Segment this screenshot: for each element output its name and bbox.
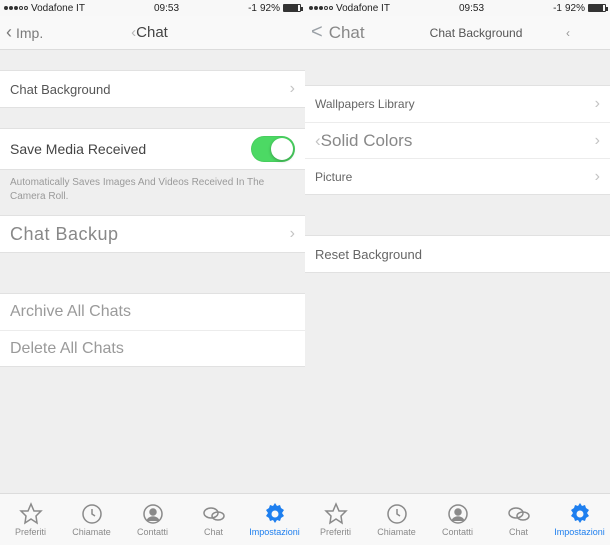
delete-all-chats-button[interactable]: Delete All Chats	[0, 330, 305, 366]
archive-all-chats-button[interactable]: Archive All Chats	[0, 294, 305, 330]
status-bar: Vodafone IT 09:53 -1 92%	[305, 0, 610, 16]
clock-icon	[385, 502, 409, 526]
chat-background-row[interactable]: Chat Background ›	[0, 71, 305, 107]
back-button[interactable]: < Chat	[311, 21, 365, 44]
left-phone: Vodafone IT 09:53 -1 92% ‹ Imp. ‹Chat Ch…	[0, 0, 305, 545]
back-label: Chat	[329, 23, 365, 43]
nav-bar: ‹ Imp. ‹Chat	[0, 16, 305, 50]
carrier-text: Vodafone IT	[31, 3, 85, 14]
tab-impostazioni[interactable]: Impostazioni	[549, 494, 610, 545]
row-label: Save Media Received	[10, 141, 251, 157]
nav-title: ‹Chat	[137, 24, 168, 41]
chevron-right-icon: ›	[595, 132, 600, 150]
picture-row[interactable]: Picture ›	[305, 158, 610, 194]
back-label: Imp.	[16, 25, 43, 41]
tab-label: Chiamate	[72, 527, 111, 537]
tab-label: Impostazioni	[249, 527, 300, 537]
content-area: Wallpapers Library › ‹Solid Colors › Pic…	[305, 50, 610, 545]
row-label: Reset Background	[315, 247, 600, 262]
chevron-right-icon: ›	[595, 168, 600, 186]
tab-label: Chat	[509, 527, 528, 537]
status-bar: Vodafone IT 09:53 -1 92%	[0, 0, 305, 16]
chevron-right-icon: ›	[595, 95, 600, 113]
tab-contatti[interactable]: Contatti	[122, 494, 183, 545]
tab-chat[interactable]: Chat	[183, 494, 244, 545]
reset-background-row[interactable]: Reset Background	[305, 236, 610, 272]
contact-icon	[446, 502, 470, 526]
tab-label: Impostazioni	[554, 527, 605, 537]
tab-label: Chiamate	[377, 527, 416, 537]
tab-label: Contatti	[442, 527, 473, 537]
tab-label: Preferiti	[15, 527, 46, 537]
save-media-row[interactable]: Save Media Received	[0, 129, 305, 169]
tab-bar: Preferiti Chiamate Contatti Chat Im	[305, 493, 610, 545]
battery-prefix: -1	[248, 3, 257, 14]
carrier-text: Vodafone IT	[336, 3, 390, 14]
battery-text: 92%	[260, 3, 280, 14]
tab-chat[interactable]: Chat	[488, 494, 549, 545]
row-label: Chat Background	[10, 82, 290, 97]
star-icon	[19, 502, 43, 526]
save-media-description: Automatically Saves Images And Videos Re…	[0, 170, 305, 215]
signal-dots-icon	[309, 6, 333, 10]
row-label: ‹Solid Colors	[315, 131, 595, 151]
row-label: Picture	[315, 170, 595, 184]
tab-chiamate[interactable]: Chiamate	[61, 494, 122, 545]
status-time: 09:53	[459, 3, 484, 14]
row-label: Chat Backup	[10, 224, 119, 245]
content-area: Chat Background › Save Media Received Au…	[0, 50, 305, 545]
chevron-right-icon: ›	[290, 225, 295, 243]
battery-icon	[283, 4, 301, 12]
chevron-right-icon: ›	[290, 80, 295, 98]
clock-icon	[80, 502, 104, 526]
nav-bar: < Chat ‹ Chat Background	[305, 16, 610, 50]
wallpapers-library-row[interactable]: Wallpapers Library ›	[305, 86, 610, 122]
row-label: Archive All Chats	[10, 303, 131, 321]
tab-chiamate[interactable]: Chiamate	[366, 494, 427, 545]
tab-contatti[interactable]: Contatti	[427, 494, 488, 545]
row-label: Delete All Chats	[10, 340, 124, 358]
tab-label: Contatti	[137, 527, 168, 537]
gear-icon	[568, 502, 592, 526]
status-time: 09:53	[154, 3, 179, 14]
right-phone: Vodafone IT 09:53 -1 92% < Chat ‹ Chat B…	[305, 0, 610, 545]
tab-preferiti[interactable]: Preferiti	[0, 494, 61, 545]
chat-backup-row[interactable]: Chat Backup ›	[0, 216, 305, 252]
nav-title: Chat Background	[430, 26, 523, 40]
tab-bar: Preferiti Chiamate Contatti Chat	[0, 493, 305, 545]
row-label: Wallpapers Library	[315, 97, 595, 111]
save-media-toggle[interactable]	[251, 136, 295, 162]
star-icon	[324, 502, 348, 526]
battery-text: 92%	[565, 3, 585, 14]
back-button[interactable]: ‹ Imp.	[6, 22, 43, 43]
chat-icon	[507, 502, 531, 526]
signal-dots-icon	[4, 6, 28, 10]
gear-icon	[263, 502, 287, 526]
solid-colors-row[interactable]: ‹Solid Colors ›	[305, 122, 610, 158]
battery-prefix: -1	[553, 3, 562, 14]
battery-icon	[588, 4, 606, 12]
tab-preferiti[interactable]: Preferiti	[305, 494, 366, 545]
chat-icon	[202, 502, 226, 526]
tab-impostazioni[interactable]: Impostazioni	[244, 494, 305, 545]
tab-label: Chat	[204, 527, 223, 537]
tab-label: Preferiti	[320, 527, 351, 537]
chevron-left-icon: <	[311, 21, 323, 44]
contact-icon	[141, 502, 165, 526]
chevron-left-icon: ‹	[6, 22, 12, 43]
